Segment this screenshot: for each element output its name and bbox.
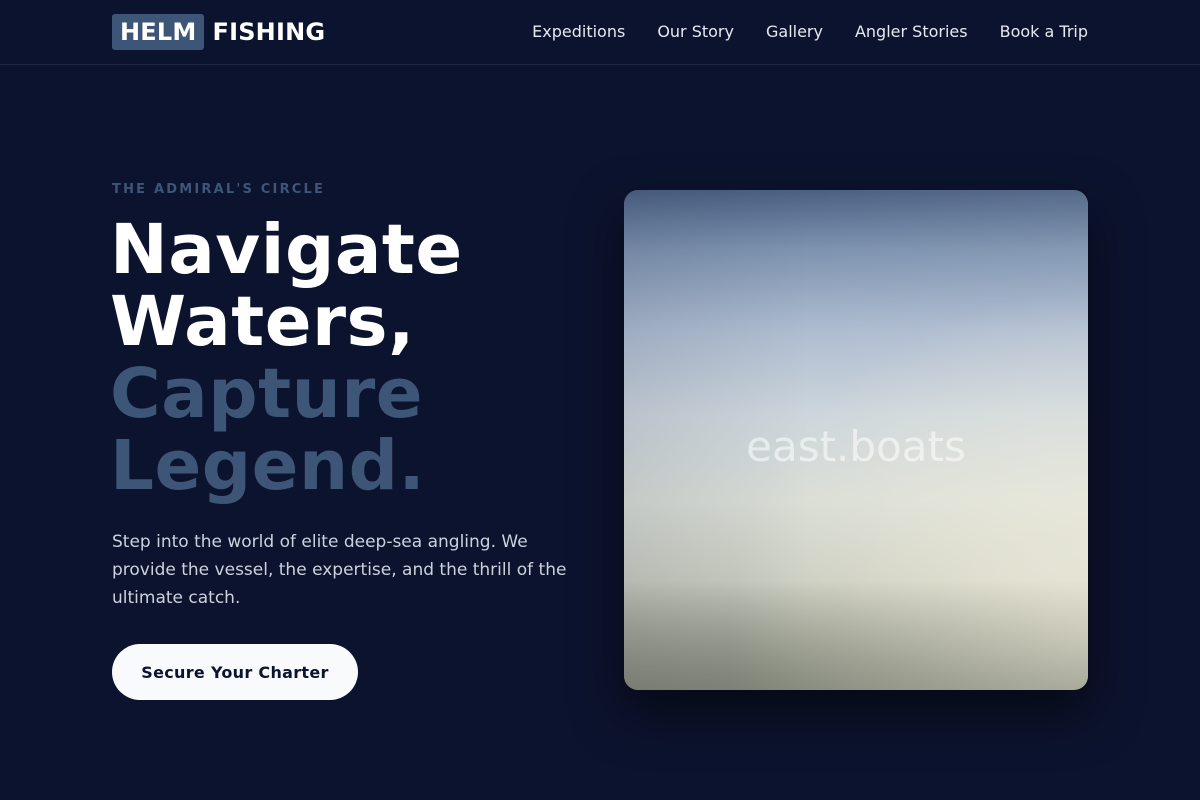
headline-line-4: Legend. xyxy=(110,426,426,506)
hero-image: east.boats xyxy=(624,190,1088,690)
secure-charter-button[interactable]: Secure Your Charter xyxy=(112,644,358,700)
headline-line-3: Capture xyxy=(110,354,424,434)
nav-link-our-story[interactable]: Our Story xyxy=(657,20,734,44)
hero-image-caption: east.boats xyxy=(746,422,966,471)
hero-headline: Navigate Waters, Capture Legend. xyxy=(110,214,590,502)
logo[interactable]: HELM FISHING xyxy=(112,14,325,50)
nav-link-angler-stories[interactable]: Angler Stories xyxy=(855,20,968,44)
site-header: HELM FISHING Expeditions Our Story Galle… xyxy=(0,0,1200,65)
headline-line-1: Navigate xyxy=(110,210,463,290)
main-nav: Expeditions Our Story Gallery Angler Sto… xyxy=(532,20,1088,44)
nav-link-expeditions[interactable]: Expeditions xyxy=(532,20,625,44)
image-sea-overlay xyxy=(624,580,1088,690)
nav-link-book-a-trip[interactable]: Book a Trip xyxy=(1000,20,1088,44)
logo-mark: HELM xyxy=(112,14,205,50)
hero-eyebrow: THE ADMIRAL'S CIRCLE xyxy=(112,182,326,197)
nav-link-gallery[interactable]: Gallery xyxy=(766,20,823,44)
logo-wordmark: FISHING xyxy=(212,18,326,46)
hero-subcopy: Step into the world of elite deep-sea an… xyxy=(112,532,567,608)
headline-line-2: Waters, xyxy=(110,282,415,362)
